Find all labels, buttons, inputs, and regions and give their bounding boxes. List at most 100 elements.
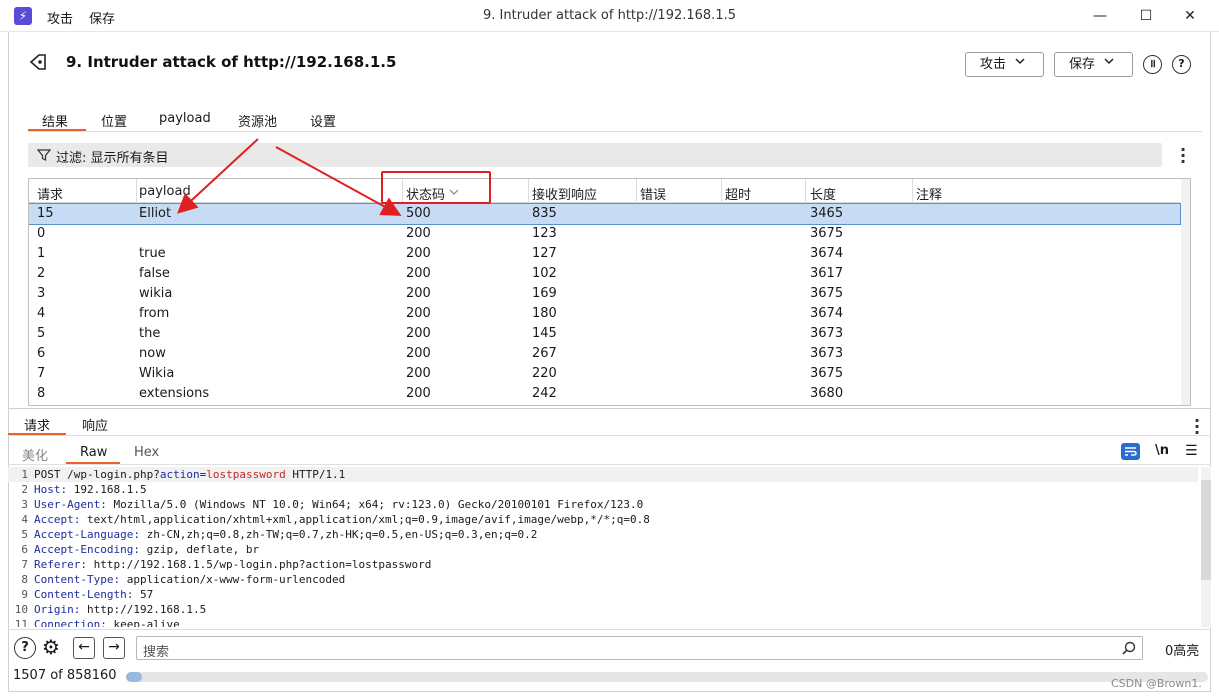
column-divider[interactable] — [636, 179, 637, 203]
col-length[interactable]: 长度 — [810, 184, 836, 203]
cell-request: 7 — [37, 366, 46, 381]
tab-raw[interactable]: Raw — [80, 445, 107, 460]
previous-arrow-icon[interactable]: ← — [73, 637, 95, 659]
filter-icon — [37, 149, 51, 161]
maximize-icon[interactable]: ☐ — [1132, 4, 1160, 28]
attack-button-label: 攻击 — [980, 57, 1007, 72]
cell-request: 6 — [37, 346, 46, 361]
request-editor[interactable]: 1 POST /wp-login.php?action=lostpassword … — [8, 467, 1201, 627]
table-row[interactable]: 6 now 200 267 3673 — [29, 344, 1180, 364]
code-line: 6 Accept-Encoding: gzip, deflate, br — [8, 542, 1198, 557]
panel-more-icon[interactable]: · · · — [1194, 413, 1200, 441]
cell-status: 200 — [406, 266, 431, 281]
bottom-divider — [8, 629, 1211, 630]
search-icon[interactable] — [1122, 641, 1136, 655]
view-tab-divider — [8, 464, 1211, 465]
save-button-label: 保存 — [1069, 57, 1096, 72]
newline-toggle[interactable]: \n — [1155, 443, 1169, 458]
table-row[interactable]: 5 the 200 145 3673 — [29, 324, 1180, 344]
next-arrow-icon[interactable]: → — [103, 637, 125, 659]
cell-response-received: 102 — [532, 266, 557, 281]
pause-icon[interactable]: ॥ — [1143, 55, 1162, 74]
tab-divider — [28, 131, 1202, 132]
cell-status: 200 — [406, 346, 431, 361]
code-line: 3 User-Agent: Mozilla/5.0 (Windows NT 10.… — [8, 497, 1198, 512]
cell-request: 4 — [37, 306, 46, 321]
table-row[interactable]: 15 Elliot 500 835 3465 — [29, 203, 1181, 225]
search-input[interactable]: 搜索 — [136, 636, 1143, 660]
table-row[interactable]: 1 true 200 127 3674 — [29, 244, 1180, 264]
minimize-icon[interactable]: — — [1086, 4, 1114, 28]
code-line: 11 Connection: keep-alive — [8, 617, 1198, 627]
code-key: Accept-Language: — [34, 528, 140, 541]
close-icon[interactable]: ✕ — [1176, 4, 1204, 28]
code-line: 1 POST /wp-login.php?action=lostpassword … — [8, 467, 1198, 482]
col-request[interactable]: 请求 — [37, 184, 63, 203]
table-row[interactable]: 0 200 123 3675 — [29, 224, 1180, 244]
line-number: 8 — [21, 573, 28, 586]
tab-pretty[interactable]: 美化 — [22, 445, 48, 464]
settings-gear-icon[interactable]: ⚙ — [42, 636, 60, 658]
pane-divider[interactable] — [8, 408, 1211, 409]
cell-payload: now — [139, 346, 166, 361]
table-row[interactable]: 3 wikia 200 169 3675 — [29, 284, 1180, 304]
table-scrollbar[interactable] — [1181, 179, 1190, 405]
code-content: Accept-Encoding: gzip, deflate, br — [34, 542, 259, 557]
line-number: 1 — [21, 468, 28, 481]
back-arrow-icon[interactable] — [28, 52, 48, 72]
code-line: 10 Origin: http://192.168.1.5 — [8, 602, 1198, 617]
cell-response-received: 145 — [532, 326, 557, 341]
tab-settings[interactable]: 设置 — [310, 111, 336, 130]
tab-request[interactable]: 请求 — [24, 415, 50, 434]
table-row[interactable]: 7 Wikia 200 220 3675 — [29, 364, 1180, 384]
help-icon[interactable]: ? — [14, 637, 36, 659]
cell-status: 200 — [406, 326, 431, 341]
column-divider[interactable] — [136, 179, 137, 203]
editor-scroll-thumb[interactable] — [1201, 480, 1211, 580]
code-text: Mozilla/5.0 (Windows NT 10.0; Win64; x64… — [106, 498, 644, 511]
code-text: http://192.168.1.5/wp-login.php?action=l… — [86, 558, 432, 571]
table-row[interactable]: 4 from 200 180 3674 — [29, 304, 1180, 324]
code-text: gzip, deflate, br — [139, 543, 260, 556]
table-row[interactable]: 8 extensions 200 242 3680 — [29, 384, 1180, 404]
cell-payload: wikia — [139, 286, 173, 301]
table-row[interactable]: 2 false 200 102 3617 — [29, 264, 1180, 284]
col-timeout[interactable]: 超时 — [725, 184, 751, 203]
tab-payload[interactable]: payload — [159, 111, 211, 126]
code-key: User-Agent: — [34, 498, 107, 511]
cell-length: 3675 — [810, 286, 844, 301]
wrap-lines-icon[interactable] — [1121, 443, 1140, 460]
watermark: CSDN @Brown1. — [1111, 677, 1202, 690]
code-line: 4 Accept: text/html,application/xhtml+xml… — [8, 512, 1198, 527]
tab-resource-pool[interactable]: 资源池 — [238, 111, 277, 130]
help-icon[interactable]: ? — [1172, 55, 1191, 74]
col-response-received[interactable]: 接收到响应 — [532, 184, 597, 203]
column-divider[interactable] — [805, 179, 806, 203]
attack-progress-bar — [126, 672, 1208, 682]
tab-hex[interactable]: Hex — [134, 445, 159, 460]
code-key: Host: — [34, 483, 68, 496]
column-divider[interactable] — [528, 179, 529, 203]
line-number: 6 — [21, 543, 28, 556]
menu-icon[interactable]: ☰ — [1185, 444, 1198, 458]
chevron-down-icon — [1103, 52, 1115, 75]
cell-status: 200 — [406, 286, 431, 301]
status-highlight-box — [381, 171, 491, 204]
col-comment[interactable]: 注释 — [916, 184, 942, 203]
code-text: keep-alive — [106, 618, 180, 627]
attack-button[interactable]: 攻击 — [965, 52, 1044, 77]
column-divider[interactable] — [912, 179, 913, 203]
more-options-icon[interactable]: · · · — [1180, 142, 1186, 170]
filter-bar[interactable]: 过滤: 显示所有条目 — [28, 143, 1162, 167]
col-error[interactable]: 错误 — [640, 184, 666, 203]
tab-response[interactable]: 响应 — [82, 415, 108, 434]
tab-results[interactable]: 结果 — [42, 111, 68, 130]
cell-payload: extensions — [139, 386, 210, 401]
cell-response-received: 220 — [532, 366, 557, 381]
cell-status: 200 — [406, 246, 431, 261]
save-button[interactable]: 保存 — [1054, 52, 1133, 77]
tab-positions[interactable]: 位置 — [101, 111, 127, 130]
column-divider[interactable] — [721, 179, 722, 203]
filter-label: 过滤: 显示所有条目 — [56, 151, 169, 166]
col-payload[interactable]: payload — [139, 184, 191, 199]
